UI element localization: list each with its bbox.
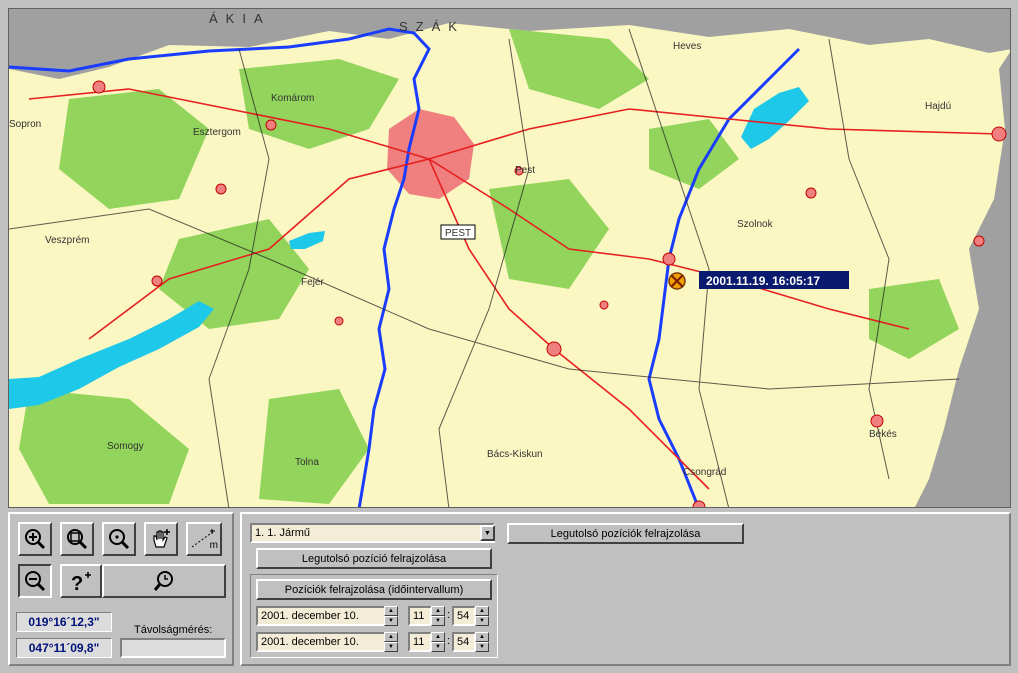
map-label-veszprem: Veszprém xyxy=(45,235,89,246)
spin-up-icon[interactable]: ▲ xyxy=(431,632,445,642)
to-minute-value: 54 xyxy=(457,636,470,648)
from-date-value: 2001. december 10. xyxy=(261,610,359,622)
zoom-window-button[interactable] xyxy=(60,522,94,556)
spin-up-icon[interactable]: ▲ xyxy=(384,606,398,616)
spin-down-icon[interactable]: ▼ xyxy=(431,642,445,652)
svg-text:?: ? xyxy=(71,573,83,593)
chevron-down-icon: ▼ xyxy=(484,529,491,537)
map-label-esztergom: Esztergom xyxy=(193,127,241,138)
interval-group: Pozíciók felrajzolása (időintervallum) 2… xyxy=(250,574,498,658)
map-label-sopron: Sopron xyxy=(9,119,41,130)
zoom-full-icon xyxy=(152,569,176,593)
zoom-window-icon xyxy=(65,527,89,551)
from-time-separator: : xyxy=(447,609,451,621)
spin-down-icon[interactable]: ▼ xyxy=(475,642,489,652)
map-label-somogy: Somogy xyxy=(107,441,144,452)
to-date-spinner[interactable]: ▲ ▼ xyxy=(384,632,398,652)
pest-label: PEST xyxy=(445,228,471,239)
zoom-out-icon xyxy=(23,569,47,593)
from-date-field[interactable]: 2001. december 10. xyxy=(256,606,386,626)
control-panel: 1. 1. Jármű ▼ Legutolsó pozíciók felrajz… xyxy=(240,512,1011,666)
spin-up-icon[interactable]: ▲ xyxy=(475,606,489,616)
spin-down-icon[interactable]: ▼ xyxy=(431,616,445,626)
measure-unit: m xyxy=(209,540,218,551)
last-position-button[interactable]: Legutolsó pozíció felrajzolása xyxy=(256,548,492,569)
map-label-hajdu: Hajdú xyxy=(925,101,951,112)
map-label-bekes: Békés xyxy=(869,429,897,440)
pan-hand-icon xyxy=(149,527,173,551)
map-label-heves: Heves xyxy=(673,41,701,52)
from-date-spinner[interactable]: ▲ ▼ xyxy=(384,606,398,626)
vehicle-select[interactable]: 1. 1. Jármű xyxy=(250,523,495,543)
positions-interval-button[interactable]: Pozíciók felrajzolása (időintervallum) xyxy=(256,579,492,600)
map-label-north-country: ÁKIA xyxy=(209,11,271,26)
zoom-in-button[interactable] xyxy=(18,522,52,556)
zoom-out-button[interactable] xyxy=(18,564,52,598)
vehicle-position-marker[interactable] xyxy=(668,272,686,290)
map-view[interactable]: ÁKIA SZÁK Heves Komárom Esztergom Sopron… xyxy=(8,8,1011,508)
map-label-bacs-kiskun: Bács-Kiskun xyxy=(487,449,543,460)
to-hour-spinner[interactable]: ▲ ▼ xyxy=(431,632,445,652)
map-label-fejer: Fejér xyxy=(301,277,324,288)
measure-icon: m xyxy=(190,527,218,551)
distance-label: Távolságmérés: xyxy=(134,624,213,636)
spin-up-icon[interactable]: ▲ xyxy=(384,632,398,642)
from-minute-value: 54 xyxy=(457,610,470,622)
to-minute-field[interactable]: 54 xyxy=(452,632,476,652)
tool-panel: m ? 019°16´12,3" 047°11´09,8" Távolságmé… xyxy=(8,512,234,666)
spin-down-icon[interactable]: ▼ xyxy=(384,616,398,626)
spin-down-icon[interactable]: ▼ xyxy=(384,642,398,652)
from-minute-spinner[interactable]: ▲ ▼ xyxy=(475,606,489,626)
last-positions-button[interactable]: Legutolsó pozíciók felrajzolása xyxy=(507,523,744,544)
latitude-readout: 047°11´09,8" xyxy=(16,638,112,658)
to-date-value: 2001. december 10. xyxy=(261,636,359,648)
to-hour-field[interactable]: 11 xyxy=(408,632,432,652)
zoom-center-button[interactable] xyxy=(102,522,136,556)
vehicle-select-value: 1. 1. Jármű xyxy=(255,527,311,539)
to-time-separator: : xyxy=(447,635,451,647)
vehicle-dropdown-button[interactable]: ▼ xyxy=(480,525,495,541)
vehicle-timestamp: 2001.11.19. 16:05:17 xyxy=(706,274,820,288)
map-label-szolnok: Szolnok xyxy=(737,219,774,230)
spin-up-icon[interactable]: ▲ xyxy=(475,632,489,642)
zoom-in-icon xyxy=(23,527,47,551)
spin-up-icon[interactable]: ▲ xyxy=(431,606,445,616)
info-button[interactable]: ? xyxy=(60,564,102,598)
from-hour-spinner[interactable]: ▲ ▼ xyxy=(431,606,445,626)
zoom-center-icon xyxy=(107,527,131,551)
map-label-north-country-2: SZÁK xyxy=(399,19,465,34)
pan-button[interactable] xyxy=(144,522,178,556)
to-date-field[interactable]: 2001. december 10. xyxy=(256,632,386,652)
map-label-tolna: Tolna xyxy=(295,457,319,468)
spin-down-icon[interactable]: ▼ xyxy=(475,616,489,626)
map-canvas[interactable]: ÁKIA SZÁK Heves Komárom Esztergom Sopron… xyxy=(9,9,1011,508)
map-label-komarom: Komárom xyxy=(271,93,314,104)
to-minute-spinner[interactable]: ▲ ▼ xyxy=(475,632,489,652)
info-icon: ? xyxy=(67,569,95,593)
longitude-readout: 019°16´12,3" xyxy=(16,612,112,632)
from-minute-field[interactable]: 54 xyxy=(452,606,476,626)
measure-button[interactable]: m xyxy=(186,522,222,556)
zoom-full-button[interactable] xyxy=(102,564,226,598)
map-label-pest-county: Pest xyxy=(515,165,535,176)
map-label-csongrad: Csongrád xyxy=(683,467,726,478)
to-hour-value: 11 xyxy=(413,636,425,648)
from-hour-value: 11 xyxy=(413,610,425,622)
distance-value xyxy=(120,638,226,658)
from-hour-field[interactable]: 11 xyxy=(408,606,432,626)
